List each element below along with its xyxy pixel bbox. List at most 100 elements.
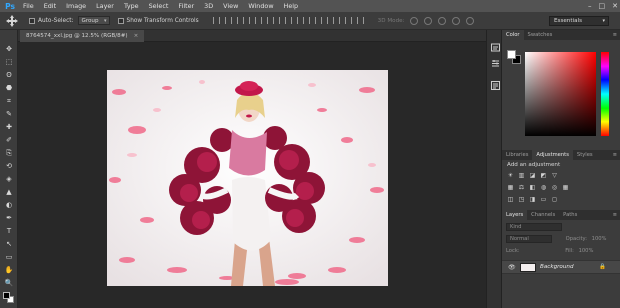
- tab-styles[interactable]: Styles: [573, 150, 597, 160]
- menu-view[interactable]: View: [218, 2, 243, 10]
- tab-color[interactable]: Color: [502, 30, 524, 40]
- foreground-color-swatch[interactable]: [3, 292, 10, 299]
- menu-3d[interactable]: 3D: [199, 2, 218, 10]
- panel-menu-icon[interactable]: ≡: [613, 30, 617, 40]
- distribute-left-icon[interactable]: [320, 17, 328, 24]
- tab-layers[interactable]: Layers: [502, 210, 528, 220]
- info-panel-icon[interactable]: [490, 80, 500, 90]
- scale-3d-icon[interactable]: [466, 16, 475, 25]
- layer-row-background[interactable]: 👁 Background 🔒: [502, 260, 620, 274]
- posterize-icon[interactable]: ◳: [518, 196, 525, 203]
- color-foreground-swatch[interactable]: [507, 50, 516, 59]
- auto-select-checkbox[interactable]: [29, 17, 35, 24]
- distribute-bottom-icon[interactable]: [308, 17, 316, 24]
- menu-type[interactable]: Type: [119, 2, 144, 10]
- align-right-icon[interactable]: [272, 17, 280, 24]
- align-bottom-icon[interactable]: [236, 17, 244, 24]
- move-tool-icon[interactable]: ✥: [3, 44, 15, 54]
- opacity-value[interactable]: 100%: [592, 236, 607, 242]
- tab-libraries[interactable]: Libraries: [502, 150, 532, 160]
- curves-icon[interactable]: ◪: [529, 172, 536, 179]
- tab-swatches[interactable]: Swatches: [524, 30, 557, 40]
- align-middle-icon[interactable]: [224, 17, 232, 24]
- brightness-icon[interactable]: ☀: [507, 172, 514, 179]
- show-transform-checkbox[interactable]: [117, 17, 124, 24]
- eyedropper-tool-icon[interactable]: ✎: [3, 109, 15, 119]
- history-panel-icon[interactable]: [490, 42, 500, 52]
- hue-saturation-icon[interactable]: ▦: [507, 184, 514, 191]
- menu-edit[interactable]: Edit: [39, 2, 61, 10]
- hue-slider[interactable]: [601, 52, 609, 136]
- history-brush-tool-icon[interactable]: ⟲: [3, 161, 15, 171]
- gradient-tool-icon[interactable]: ▲: [3, 187, 15, 197]
- move-tool-icon[interactable]: [5, 14, 19, 28]
- align-top-icon[interactable]: [212, 17, 220, 24]
- minimize-icon[interactable]: –: [588, 2, 592, 10]
- close-tab-icon[interactable]: ×: [134, 33, 139, 39]
- distribute-middle-icon[interactable]: [296, 17, 304, 24]
- menu-file[interactable]: File: [18, 2, 39, 10]
- brush-tool-icon[interactable]: ✐: [3, 135, 15, 145]
- menu-image[interactable]: Image: [61, 2, 91, 10]
- exposure-icon[interactable]: ◩: [540, 172, 547, 179]
- close-icon[interactable]: ✕: [612, 2, 618, 10]
- type-tool-icon[interactable]: T: [3, 226, 15, 236]
- menu-layer[interactable]: Layer: [91, 2, 119, 10]
- blend-mode-dropdown[interactable]: Normal: [506, 235, 552, 243]
- menu-filter[interactable]: Filter: [173, 2, 199, 10]
- path-select-tool-icon[interactable]: ↖: [3, 239, 15, 249]
- align-center-icon[interactable]: [260, 17, 268, 24]
- healing-tool-icon[interactable]: ✚: [3, 122, 15, 132]
- distribute-right-icon[interactable]: [344, 17, 352, 24]
- layer-filter-kind[interactable]: Kind: [506, 223, 562, 231]
- gradient-map-icon[interactable]: ▭: [540, 196, 547, 203]
- shape-tool-icon[interactable]: ▭: [3, 252, 15, 262]
- hand-tool-icon[interactable]: ✋: [3, 265, 15, 275]
- document-tab[interactable]: 8764574_xxl.jpg @ 12.5% (RGB/8#) ×: [20, 30, 145, 42]
- fill-value[interactable]: 100%: [579, 248, 594, 254]
- tab-paths[interactable]: Paths: [559, 210, 581, 220]
- distribute-center-icon[interactable]: [332, 17, 340, 24]
- menu-help[interactable]: Help: [279, 2, 304, 10]
- color-field[interactable]: [525, 52, 596, 136]
- tab-adjustments[interactable]: Adjustments: [532, 150, 573, 160]
- photo-filter-icon[interactable]: ◍: [540, 184, 547, 191]
- auto-align-icon[interactable]: [356, 17, 364, 24]
- lasso-tool-icon[interactable]: ʘ: [3, 70, 15, 80]
- levels-icon[interactable]: ▥: [518, 172, 525, 179]
- marquee-tool-icon[interactable]: ⬚: [3, 57, 15, 67]
- color-balance-icon[interactable]: ⚖: [518, 184, 525, 191]
- selective-color-icon[interactable]: ◻: [551, 196, 558, 203]
- pan-3d-icon[interactable]: [438, 16, 447, 25]
- visibility-eye-icon[interactable]: 👁: [508, 264, 516, 271]
- menu-window[interactable]: Window: [243, 2, 278, 10]
- pen-tool-icon[interactable]: ✒: [3, 213, 15, 223]
- color-lookup-icon[interactable]: ▦: [562, 184, 569, 191]
- dodge-tool-icon[interactable]: ◐: [3, 200, 15, 210]
- tab-channels[interactable]: Channels: [527, 210, 559, 220]
- quick-select-tool-icon[interactable]: ⬣: [3, 83, 15, 93]
- menu-select[interactable]: Select: [144, 2, 174, 10]
- black-white-icon[interactable]: ◧: [529, 184, 536, 191]
- align-left-icon[interactable]: [248, 17, 256, 24]
- panel-menu-icon[interactable]: ≡: [613, 210, 617, 220]
- eraser-tool-icon[interactable]: ◈: [3, 174, 15, 184]
- threshold-icon[interactable]: ◨: [529, 196, 536, 203]
- clone-stamp-tool-icon[interactable]: ⎘: [3, 148, 15, 158]
- workspace-dropdown[interactable]: Essentials: [549, 16, 609, 26]
- vibrance-icon[interactable]: ▽: [551, 172, 558, 179]
- panel-menu-icon[interactable]: ≡: [613, 150, 617, 160]
- zoom-tool-icon[interactable]: 🔍: [3, 278, 15, 288]
- layer-name[interactable]: Background: [540, 261, 574, 274]
- distribute-top-icon[interactable]: [284, 17, 292, 24]
- crop-tool-icon[interactable]: ⌗: [3, 96, 15, 106]
- invert-icon[interactable]: ◫: [507, 196, 514, 203]
- document-canvas-image[interactable]: [107, 70, 388, 286]
- channel-mixer-icon[interactable]: ◎: [551, 184, 558, 191]
- auto-select-target-dropdown[interactable]: Group: [77, 16, 110, 25]
- maximize-icon[interactable]: □: [599, 2, 606, 10]
- orbit-3d-icon[interactable]: [410, 16, 419, 25]
- roll-3d-icon[interactable]: [424, 16, 433, 25]
- properties-panel-icon[interactable]: [490, 58, 500, 68]
- slide-3d-icon[interactable]: [452, 16, 461, 25]
